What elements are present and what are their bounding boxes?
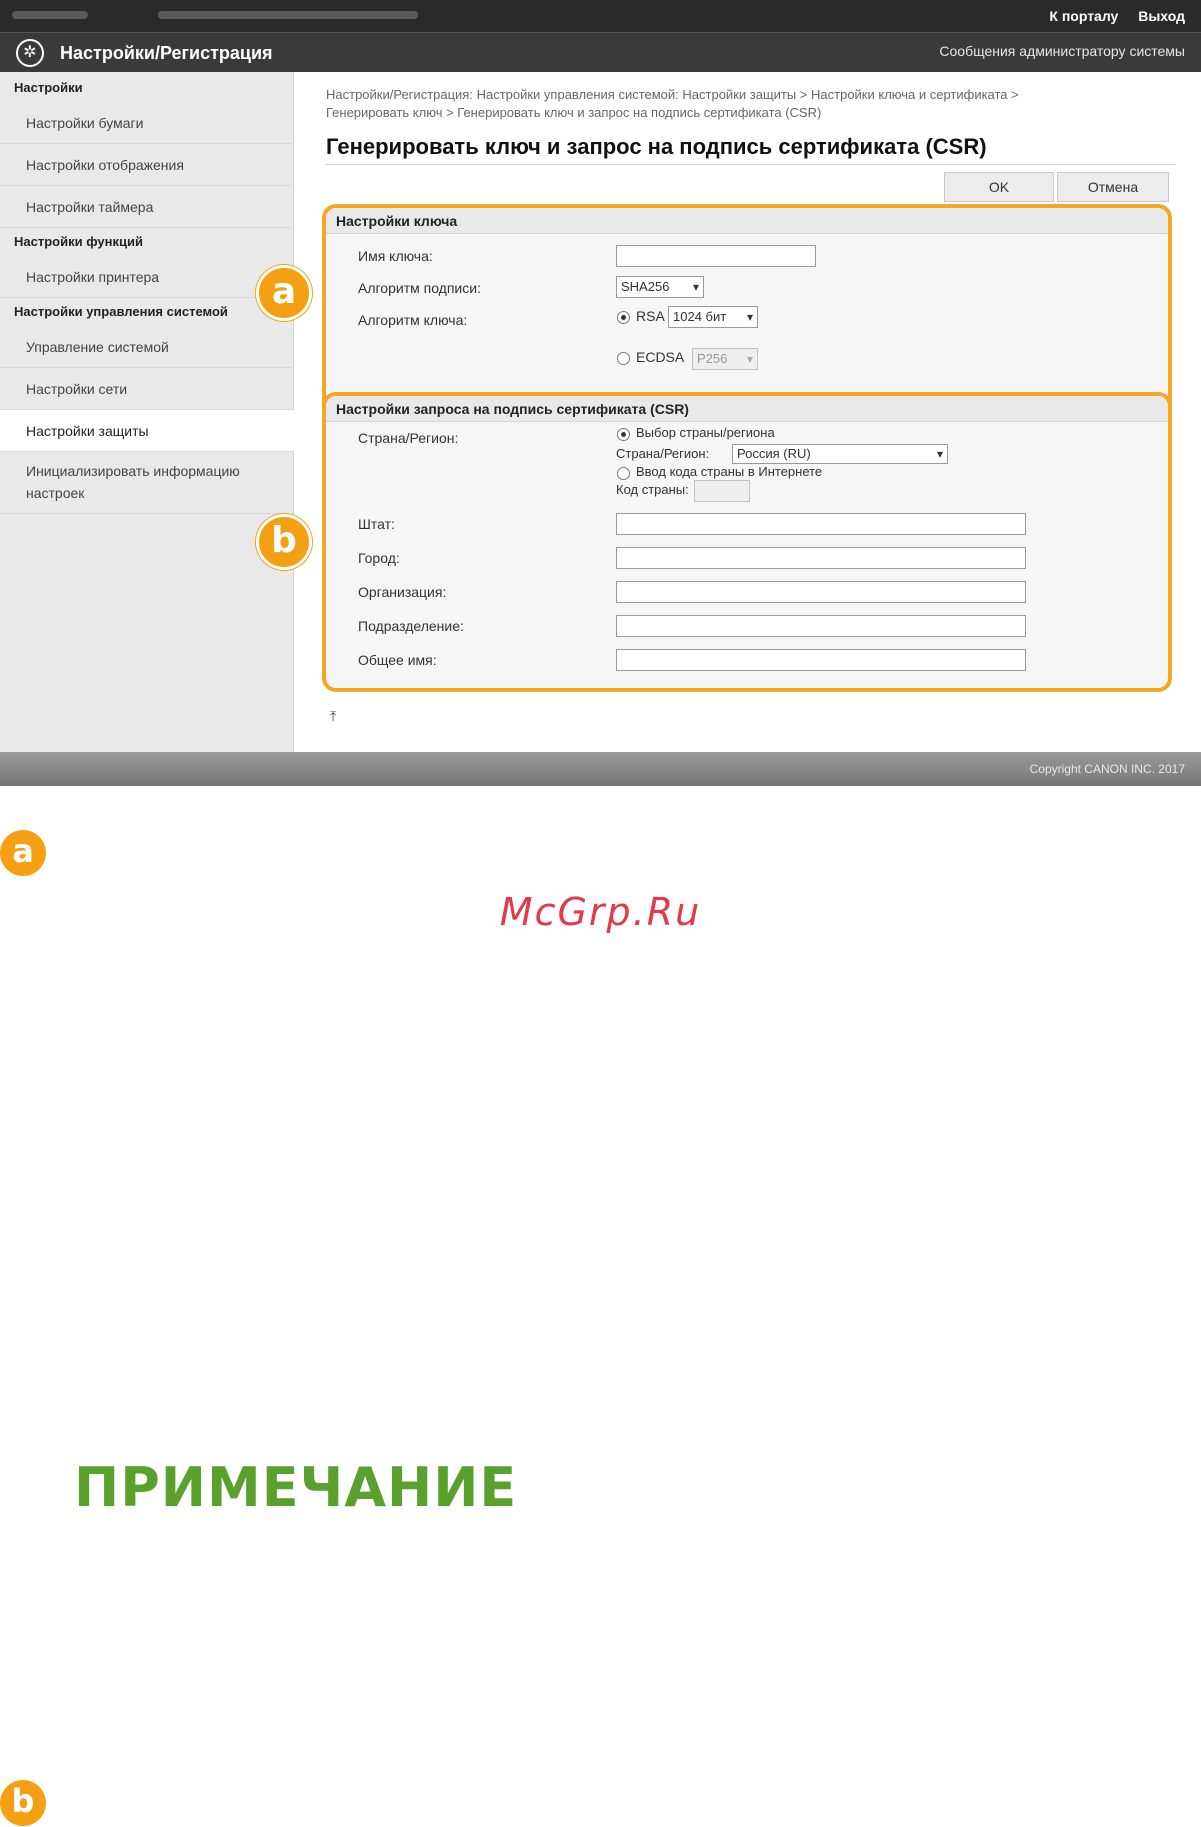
settings-gear-icon: ✲ bbox=[16, 39, 44, 67]
sidebar-item-paper[interactable]: Настройки бумаги bbox=[0, 102, 294, 144]
country-select-label: Страна/Регион: bbox=[616, 446, 710, 461]
cancel-button[interactable]: Отмена bbox=[1057, 172, 1169, 202]
title-divider bbox=[326, 164, 1176, 165]
screenshot-frame: К порталу Выход ✲ Настройки/Регистрация … bbox=[0, 0, 1201, 786]
enter-code-radio[interactable] bbox=[617, 467, 630, 480]
select-value: SHA256 bbox=[621, 279, 670, 294]
callout-badge-a: a bbox=[256, 265, 312, 321]
panel-header: Настройки ключа bbox=[326, 208, 1168, 234]
sidebar-section-settings: Настройки bbox=[14, 80, 83, 95]
ecdsa-radio[interactable] bbox=[617, 352, 630, 365]
note-title: ПРИМЕЧАНИЕ bbox=[74, 1456, 518, 1519]
country-select[interactable]: Россия (RU) ▾ bbox=[732, 444, 948, 464]
cn-label: Общее имя: bbox=[358, 652, 437, 668]
breadcrumb-line[interactable]: Генерировать ключ > Генерировать ключ и … bbox=[326, 104, 1176, 122]
blurred-address bbox=[12, 11, 88, 19]
sidebar-item-system-management[interactable]: Управление системой bbox=[0, 326, 294, 368]
ecdsa-label: ECDSA bbox=[636, 349, 685, 365]
key-name-label: Имя ключа: bbox=[358, 248, 433, 264]
select-value: P256 bbox=[697, 351, 728, 366]
state-input[interactable] bbox=[616, 513, 1026, 535]
key-name-input[interactable] bbox=[616, 245, 816, 267]
chevron-down-icon: ▾ bbox=[936, 447, 943, 461]
select-value: Россия (RU) bbox=[737, 446, 811, 461]
ok-button[interactable]: OK bbox=[944, 172, 1054, 202]
rsa-label: RSA bbox=[636, 308, 665, 324]
portal-link[interactable]: К порталу bbox=[1049, 8, 1118, 24]
country-label: Страна/Регион: bbox=[358, 430, 459, 446]
cn-input[interactable] bbox=[616, 649, 1026, 671]
sidebar-section-system: Настройки управления системой bbox=[14, 304, 228, 319]
copyright: Copyright CANON INC. 2017 bbox=[1029, 762, 1185, 776]
choose-country-label: Выбор страны/региона bbox=[636, 425, 775, 440]
app-header: ✲ Настройки/Регистрация Сообщения админи… bbox=[0, 32, 1201, 72]
footer-bar: Copyright CANON INC. 2017 bbox=[0, 752, 1201, 786]
sig-algo-label: Алгоритм подписи: bbox=[358, 280, 481, 296]
browser-top-bar: К порталу Выход bbox=[0, 0, 1201, 32]
callout-badge-b: b bbox=[256, 514, 312, 570]
top-links: К порталу Выход bbox=[1033, 8, 1185, 24]
scroll-top-icon[interactable]: ⤒ bbox=[330, 708, 336, 725]
blurred-address bbox=[158, 11, 418, 19]
sidebar-item-timer[interactable]: Настройки таймера bbox=[0, 186, 294, 228]
app-title: Настройки/Регистрация bbox=[60, 43, 273, 63]
chevron-down-icon: ▾ bbox=[746, 310, 753, 324]
sidebar-item-label: настроек bbox=[26, 485, 85, 501]
dept-label: Подразделение: bbox=[358, 618, 464, 634]
rsa-radio[interactable] bbox=[617, 311, 630, 324]
main-content: Настройки/Регистрация: Настройки управле… bbox=[294, 72, 1201, 752]
chevron-down-icon: ▾ bbox=[746, 352, 753, 366]
dept-input[interactable] bbox=[616, 615, 1026, 637]
city-label: Город: bbox=[358, 550, 400, 566]
sidebar-section-function: Настройки функций bbox=[14, 234, 143, 249]
chevron-down-icon: ▾ bbox=[692, 280, 699, 294]
city-input[interactable] bbox=[616, 547, 1026, 569]
choose-country-radio[interactable] bbox=[617, 428, 630, 441]
enter-code-label: Ввод кода страны в Интернете bbox=[636, 464, 823, 479]
sidebar-item-security[interactable]: Настройки защиты bbox=[0, 410, 294, 452]
key-algo-label: Алгоритм ключа: bbox=[358, 312, 468, 328]
sidebar-item-label: Инициализировать информацию bbox=[26, 463, 240, 479]
org-input[interactable] bbox=[616, 581, 1026, 603]
breadcrumb: Настройки/Регистрация: Настройки управле… bbox=[326, 86, 1176, 122]
breadcrumb-line[interactable]: Настройки/Регистрация: Настройки управле… bbox=[326, 86, 1176, 104]
rsa-bits-select[interactable]: 1024 бит ▾ bbox=[668, 306, 758, 328]
watermark: McGrp.Ru bbox=[499, 890, 702, 934]
doc-badge-b: b bbox=[0, 1780, 46, 1826]
admin-message-link[interactable]: Сообщения администратору системы bbox=[939, 43, 1185, 59]
org-label: Организация: bbox=[358, 584, 447, 600]
ecdsa-curve-select: P256 ▾ bbox=[692, 348, 758, 370]
logout-link[interactable]: Выход bbox=[1138, 8, 1185, 24]
country-code-input bbox=[694, 480, 750, 502]
doc-badge-a: a bbox=[0, 830, 46, 876]
sidebar-item-display[interactable]: Настройки отображения bbox=[0, 144, 294, 186]
csr-settings-panel: Настройки запроса на подпись сертификата… bbox=[322, 392, 1172, 692]
country-code-label: Код страны: bbox=[616, 482, 689, 497]
sidebar-item-network[interactable]: Настройки сети bbox=[0, 368, 294, 410]
state-label: Штат: bbox=[358, 516, 395, 532]
sig-algo-select[interactable]: SHA256 ▾ bbox=[616, 276, 704, 298]
select-value: 1024 бит bbox=[673, 309, 727, 324]
sidebar: Настройки Настройки бумаги Настройки ото… bbox=[0, 72, 294, 752]
panel-header: Настройки запроса на подпись сертификата… bbox=[326, 396, 1168, 422]
page-title: Генерировать ключ и запрос на подпись се… bbox=[326, 134, 987, 159]
sidebar-item-printer[interactable]: Настройки принтера bbox=[0, 256, 294, 298]
sidebar-item-init-info[interactable]: Инициализировать информацию настроек bbox=[0, 452, 294, 514]
